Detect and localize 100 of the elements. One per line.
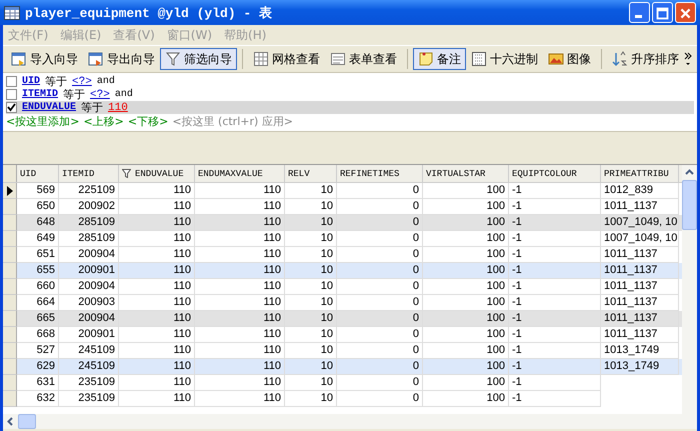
filter-value[interactable]: <?>: [90, 88, 110, 100]
table-cell: 110: [195, 311, 285, 327]
table-cell: 1011_1137: [601, 311, 679, 327]
minimize-icon: [635, 15, 642, 18]
table-cell: 110: [195, 359, 285, 375]
table-cell: 110: [119, 183, 195, 199]
field-name-link[interactable]: ITEMID: [22, 89, 58, 100]
table-cell: 0: [337, 183, 423, 199]
toolbar-button[interactable]: 网格查看: [248, 48, 325, 70]
toolbar-button[interactable]: 表单查看: [325, 48, 402, 70]
table-cell: 200904: [59, 311, 119, 327]
toolbar-button[interactable]: 导入向导: [6, 48, 83, 70]
filter-value[interactable]: <?>: [72, 76, 92, 88]
column-header[interactable]: VIRTUALSTAR: [423, 165, 509, 182]
toolbar-button[interactable]: 升序排序: [607, 48, 684, 70]
table-cell: 0: [337, 375, 423, 391]
table-cell: 110: [195, 375, 285, 391]
table-cell: 0: [337, 263, 423, 279]
scroll-thumb[interactable]: [682, 180, 697, 230]
column-header[interactable]: ITEMID: [59, 165, 119, 182]
close-button[interactable]: [675, 2, 696, 23]
table-cell: 100: [423, 231, 509, 247]
minimize-button[interactable]: [629, 2, 650, 23]
column-header[interactable]: RELV: [285, 165, 337, 182]
table-cell: 110: [119, 375, 195, 391]
table-cell: 10: [285, 311, 337, 327]
column-header[interactable]: ENDUVALUE: [119, 165, 195, 182]
checkbox[interactable]: [6, 76, 17, 87]
vertical-scrollbar[interactable]: [682, 165, 697, 414]
table-cell: 10: [285, 263, 337, 279]
table-cell: 655: [17, 263, 59, 279]
table-cell: 110: [195, 183, 285, 199]
maximize-button[interactable]: [652, 2, 673, 23]
toolbar-button[interactable]: 图像: [543, 48, 596, 70]
operator-text[interactable]: 等于: [81, 100, 104, 115]
field-name-link[interactable]: ENDUVALUE: [22, 102, 76, 113]
table-cell: 0: [337, 279, 423, 295]
table-cell: 235109: [59, 375, 119, 391]
operator-text[interactable]: 等于: [63, 87, 86, 102]
table-cell: 200901: [59, 327, 119, 343]
field-name-link[interactable]: UID: [22, 76, 40, 87]
table-cell: 100: [423, 327, 509, 343]
conjunction-text[interactable]: and: [114, 89, 133, 100]
table-cell: 1011_1137: [601, 279, 679, 295]
checkbox[interactable]: [6, 89, 17, 100]
table-cell: 10: [285, 183, 337, 199]
table-cell: 1007_1049, 10: [601, 231, 679, 247]
table-cell: -1: [509, 327, 601, 343]
table-cell: 649: [17, 231, 59, 247]
scroll-thumb[interactable]: [18, 414, 36, 429]
table-cell: 10: [285, 327, 337, 343]
table-cell: 631: [17, 375, 59, 391]
table-cell: 668: [17, 327, 59, 343]
table-cell: 110: [119, 231, 195, 247]
toolbar-button[interactable]: 备注: [413, 48, 466, 70]
table-cell: 225109: [59, 183, 119, 199]
table-cell: 110: [119, 215, 195, 231]
operator-text[interactable]: 等于: [45, 74, 68, 89]
toolbar-button[interactable]: 导出向导: [83, 48, 160, 70]
table-cell: 629: [17, 359, 59, 375]
table-cell: 0: [337, 327, 423, 343]
overflow-icon[interactable]: [684, 52, 692, 66]
filter-action-link[interactable]: <上移>: [83, 114, 124, 128]
table-cell: -1: [509, 263, 601, 279]
table-cell: 660: [17, 279, 59, 295]
toolbar-button[interactable]: 筛选向导: [160, 48, 237, 70]
column-header[interactable]: EQUIPTCOLOUR: [509, 165, 601, 182]
filter-icon: [165, 51, 181, 67]
toolbar-button[interactable]: 十六进制: [466, 48, 543, 70]
table-icon: [4, 6, 20, 20]
table-cell: -1: [509, 231, 601, 247]
table-cell: 110: [195, 215, 285, 231]
image-icon: [548, 51, 564, 67]
table-cell: 100: [423, 183, 509, 199]
table-cell: 100: [423, 215, 509, 231]
column-header[interactable]: PRIMEATTRIBU: [601, 165, 679, 182]
conjunction-text[interactable]: and: [96, 76, 115, 87]
table-cell: 648: [17, 215, 59, 231]
table-cell: 110: [195, 263, 285, 279]
table-cell: 569: [17, 183, 59, 199]
table-cell: 1011_1137: [601, 327, 679, 343]
table-cell: 10: [285, 375, 337, 391]
horizontal-scrollbar[interactable]: [3, 414, 697, 429]
column-header[interactable]: REFINETIMES: [337, 165, 423, 182]
filter-action-link[interactable]: <下移>: [128, 114, 168, 128]
current-row-icon: [6, 186, 12, 196]
table-cell: 0: [337, 391, 423, 407]
table-cell: 10: [285, 231, 337, 247]
table-cell: 110: [195, 231, 285, 247]
table-cell: 110: [195, 391, 285, 407]
column-header[interactable]: ENDUMAXVALUE: [195, 165, 285, 182]
column-header[interactable]: UID: [17, 165, 59, 182]
table-cell: 100: [423, 391, 509, 407]
table-cell: 110: [119, 359, 195, 375]
checkbox[interactable]: [6, 102, 17, 113]
table-cell: -1: [509, 311, 601, 327]
table-cell: 110: [119, 263, 195, 279]
row-header[interactable]: [3, 183, 17, 199]
filter-action-link[interactable]: <按这里添加>: [6, 114, 80, 128]
table-cell: -1: [509, 391, 601, 407]
